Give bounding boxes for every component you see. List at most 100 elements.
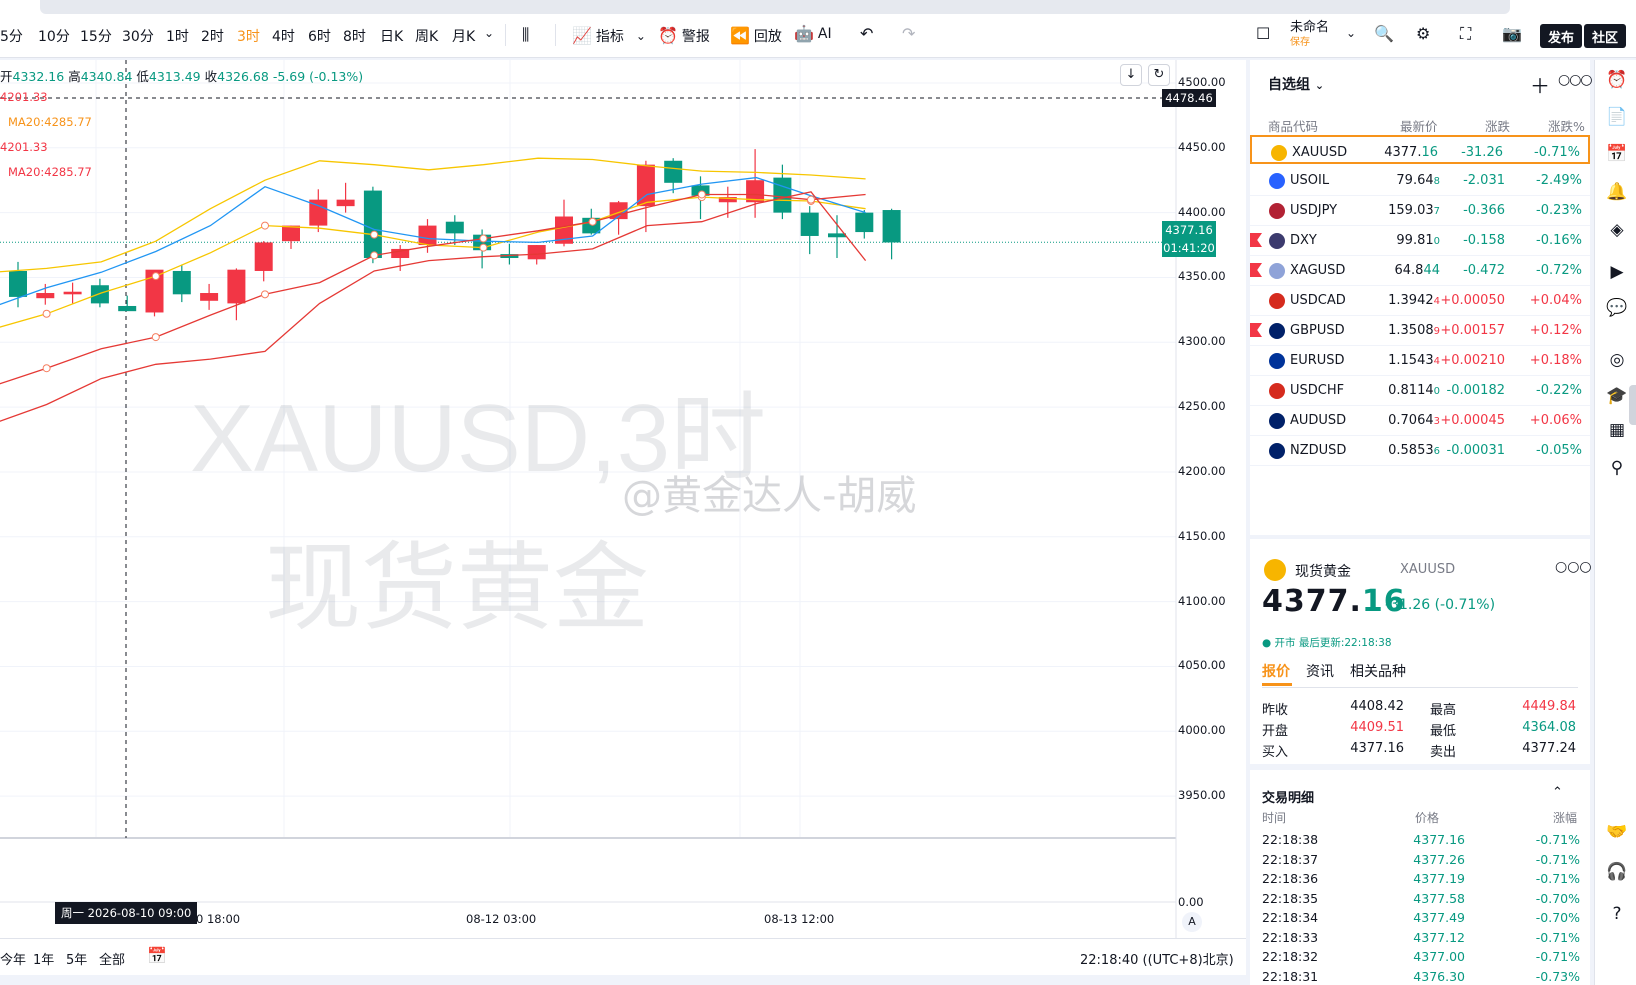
candle-body	[336, 199, 355, 207]
watchlist-row-xauusd[interactable]: XAUUSD 4377.16 -31.26 -0.71%	[1250, 135, 1590, 164]
publish-button[interactable]: 发布	[1540, 24, 1583, 48]
target-icon[interactable]: ◎	[1605, 348, 1629, 372]
scroll-down-icon[interactable]: ↓	[1120, 64, 1142, 86]
watchlist-row-usdjpy[interactable]: USDJPY 159.037 -0.366 -0.23%	[1250, 195, 1590, 226]
timeframe-9[interactable]: 8时	[343, 26, 366, 46]
more-icon[interactable]: ○○○	[1558, 72, 1593, 88]
timeframe-7[interactable]: 4时	[272, 26, 295, 46]
timeframe-10[interactable]: 日K	[380, 26, 403, 46]
watchlist-row-usdcad[interactable]: USDCAD 1.39424 +0.00050 +0.04%	[1250, 285, 1590, 316]
tab-news[interactable]: 资讯	[1306, 661, 1334, 681]
source-watermark: @黄金达人-胡威	[622, 473, 917, 519]
timeframe-5[interactable]: 2时	[201, 26, 224, 46]
chart-panel[interactable]: 开4332.16 高4340.84 低4313.49 收4326.68 -5.6…	[0, 60, 1246, 975]
range-ytd[interactable]: 今年	[0, 949, 26, 968]
trade-time: 22:18:37	[1262, 851, 1319, 867]
sidebar-drag-handle[interactable]	[1629, 385, 1636, 425]
timeframe-1[interactable]: 10分	[38, 26, 70, 46]
timeframe-8[interactable]: 6时	[308, 26, 331, 46]
alert-button[interactable]: ⏰ 警报	[658, 26, 710, 46]
settings-icon[interactable]: ⚙	[1416, 26, 1430, 42]
low-value: 4313.49	[148, 69, 201, 84]
headset-icon[interactable]: 🎧	[1605, 860, 1629, 884]
chevron-down-icon: ⌄	[1314, 79, 1325, 92]
camera-icon[interactable]: 📷	[1502, 26, 1522, 42]
trades-title: 交易明细	[1262, 791, 1315, 806]
row-change: +0.00045	[1440, 413, 1505, 428]
timeframe-2[interactable]: 15分	[80, 26, 112, 46]
add-symbol-icon[interactable]: ＋	[1530, 70, 1550, 99]
timeframe-11[interactable]: 周K	[415, 26, 438, 46]
layout-name[interactable]: 未命名 保存	[1290, 20, 1329, 50]
search-zoom-icon[interactable]: 🔍	[1374, 26, 1394, 42]
timeframe-3[interactable]: 30分	[122, 26, 154, 46]
col-header-change-pct[interactable]: 涨跌%	[1548, 116, 1585, 135]
timeframe-0[interactable]: 5分	[0, 26, 23, 46]
watchlist-row-xagusd[interactable]: XAGUSD 64.844 -0.472 -0.72%	[1250, 255, 1590, 286]
watchlist-row-nzdusd[interactable]: NZDUSD 0.58536 -0.00031 -0.05%	[1250, 435, 1590, 466]
watchlist-row-usdchf[interactable]: USDCHF 0.81140 -0.00182 -0.22%	[1250, 375, 1590, 406]
watchlist-row-gbpusd[interactable]: GBPUSD 1.35089 +0.00157 +0.12%	[1250, 315, 1590, 346]
ai-button[interactable]: 🤖 AI	[794, 26, 832, 43]
col-header-change[interactable]: 涨跌	[1485, 116, 1510, 135]
chevron-down-icon[interactable]: ⌄	[1346, 27, 1356, 39]
row-symbol: USDJPY	[1290, 203, 1338, 218]
layers-icon[interactable]: ◈	[1605, 218, 1629, 242]
range-1y[interactable]: 1年	[33, 949, 54, 968]
candle-type-icon[interactable]: ⫼	[522, 27, 529, 43]
timeframe-12[interactable]: 月K	[452, 26, 475, 46]
refresh-icon[interactable]: ↻	[1148, 64, 1170, 86]
timeframe-6[interactable]: 3时	[237, 26, 260, 46]
fullscreen-icon[interactable]: ⛶	[1460, 26, 1471, 42]
col-header-last[interactable]: 最新价	[1400, 116, 1438, 135]
col-header-symbol[interactable]: 商品代码	[1268, 116, 1318, 135]
chat-icon[interactable]: 💬	[1605, 296, 1629, 320]
price-tick: 4000.00	[1178, 723, 1226, 738]
ai-label: AI	[817, 26, 832, 42]
red-flag-icon[interactable]	[1250, 323, 1262, 337]
watchlist-row-eurusd[interactable]: EURUSD 1.15434 +0.00210 +0.18%	[1250, 345, 1590, 376]
alert-clock-icon[interactable]: ⏰	[1605, 68, 1629, 92]
red-flag-icon[interactable]	[1250, 263, 1262, 277]
timezone-clock[interactable]: 22:18:40 ((UTC+8)北京)	[1080, 949, 1234, 968]
date-range-icon[interactable]: 📅	[147, 948, 167, 964]
redo-icon[interactable]: ↷	[902, 26, 915, 42]
tree-icon[interactable]: ⚲	[1605, 456, 1629, 480]
calendar-icon[interactable]: 📅	[1605, 142, 1629, 166]
undo-icon[interactable]: ↶	[860, 26, 873, 42]
tab-related[interactable]: 相关品种	[1350, 661, 1406, 681]
community-button[interactable]: 社区	[1584, 24, 1627, 48]
watchlist-title[interactable]: 自选组 ⌄	[1268, 74, 1324, 94]
watchlist-row-dxy[interactable]: DXY 99.810 -0.158 -0.16%	[1250, 225, 1590, 256]
academy-icon[interactable]: 🎓	[1605, 384, 1629, 408]
quote-key: 最高	[1430, 703, 1457, 718]
bell-icon[interactable]: 🔔	[1605, 180, 1629, 204]
dropdown-chevron-icon[interactable]: ⌄	[484, 27, 494, 39]
tab-quote[interactable]: 报价	[1262, 661, 1290, 681]
indicators-button[interactable]: 📈 指标 ⌄	[572, 26, 646, 46]
red-flag-icon[interactable]	[1250, 233, 1262, 247]
quote-key: 最低	[1430, 724, 1457, 739]
watchlist-row-usoil[interactable]: USOIL 79.648 -2.031 -2.49%	[1250, 165, 1590, 196]
trade-time: 22:18:31	[1262, 968, 1319, 984]
layout-square-icon[interactable]: ☐	[1256, 26, 1270, 42]
auto-scale-button[interactable]: A	[1182, 912, 1202, 932]
candle-body	[36, 293, 55, 299]
indicator-marker	[479, 234, 488, 243]
row-last-tail: 9	[1433, 326, 1440, 337]
more-icon[interactable]: ○○○	[1555, 559, 1592, 575]
help-icon[interactable]: ?	[1605, 902, 1629, 926]
collapse-icon[interactable]: ⌃	[1552, 785, 1563, 800]
range-all[interactable]: 全部	[99, 949, 125, 968]
watchlist-row-audusd[interactable]: AUDUSD 0.70643 +0.00045 +0.06%	[1250, 405, 1590, 436]
watchlist-title-label: 自选组	[1268, 77, 1310, 93]
range-5y[interactable]: 5年	[66, 949, 87, 968]
row-change: -0.472	[1463, 263, 1505, 278]
live-icon[interactable]: ▶	[1605, 260, 1629, 284]
notes-icon[interactable]: 📄	[1605, 105, 1629, 129]
indicator-marker	[151, 333, 160, 342]
replay-button[interactable]: ⏪ 回放	[730, 26, 782, 46]
handshake-icon[interactable]: 🤝	[1605, 820, 1629, 844]
timeframe-4[interactable]: 1时	[166, 26, 189, 46]
grid-icon[interactable]: ▦	[1605, 418, 1629, 442]
